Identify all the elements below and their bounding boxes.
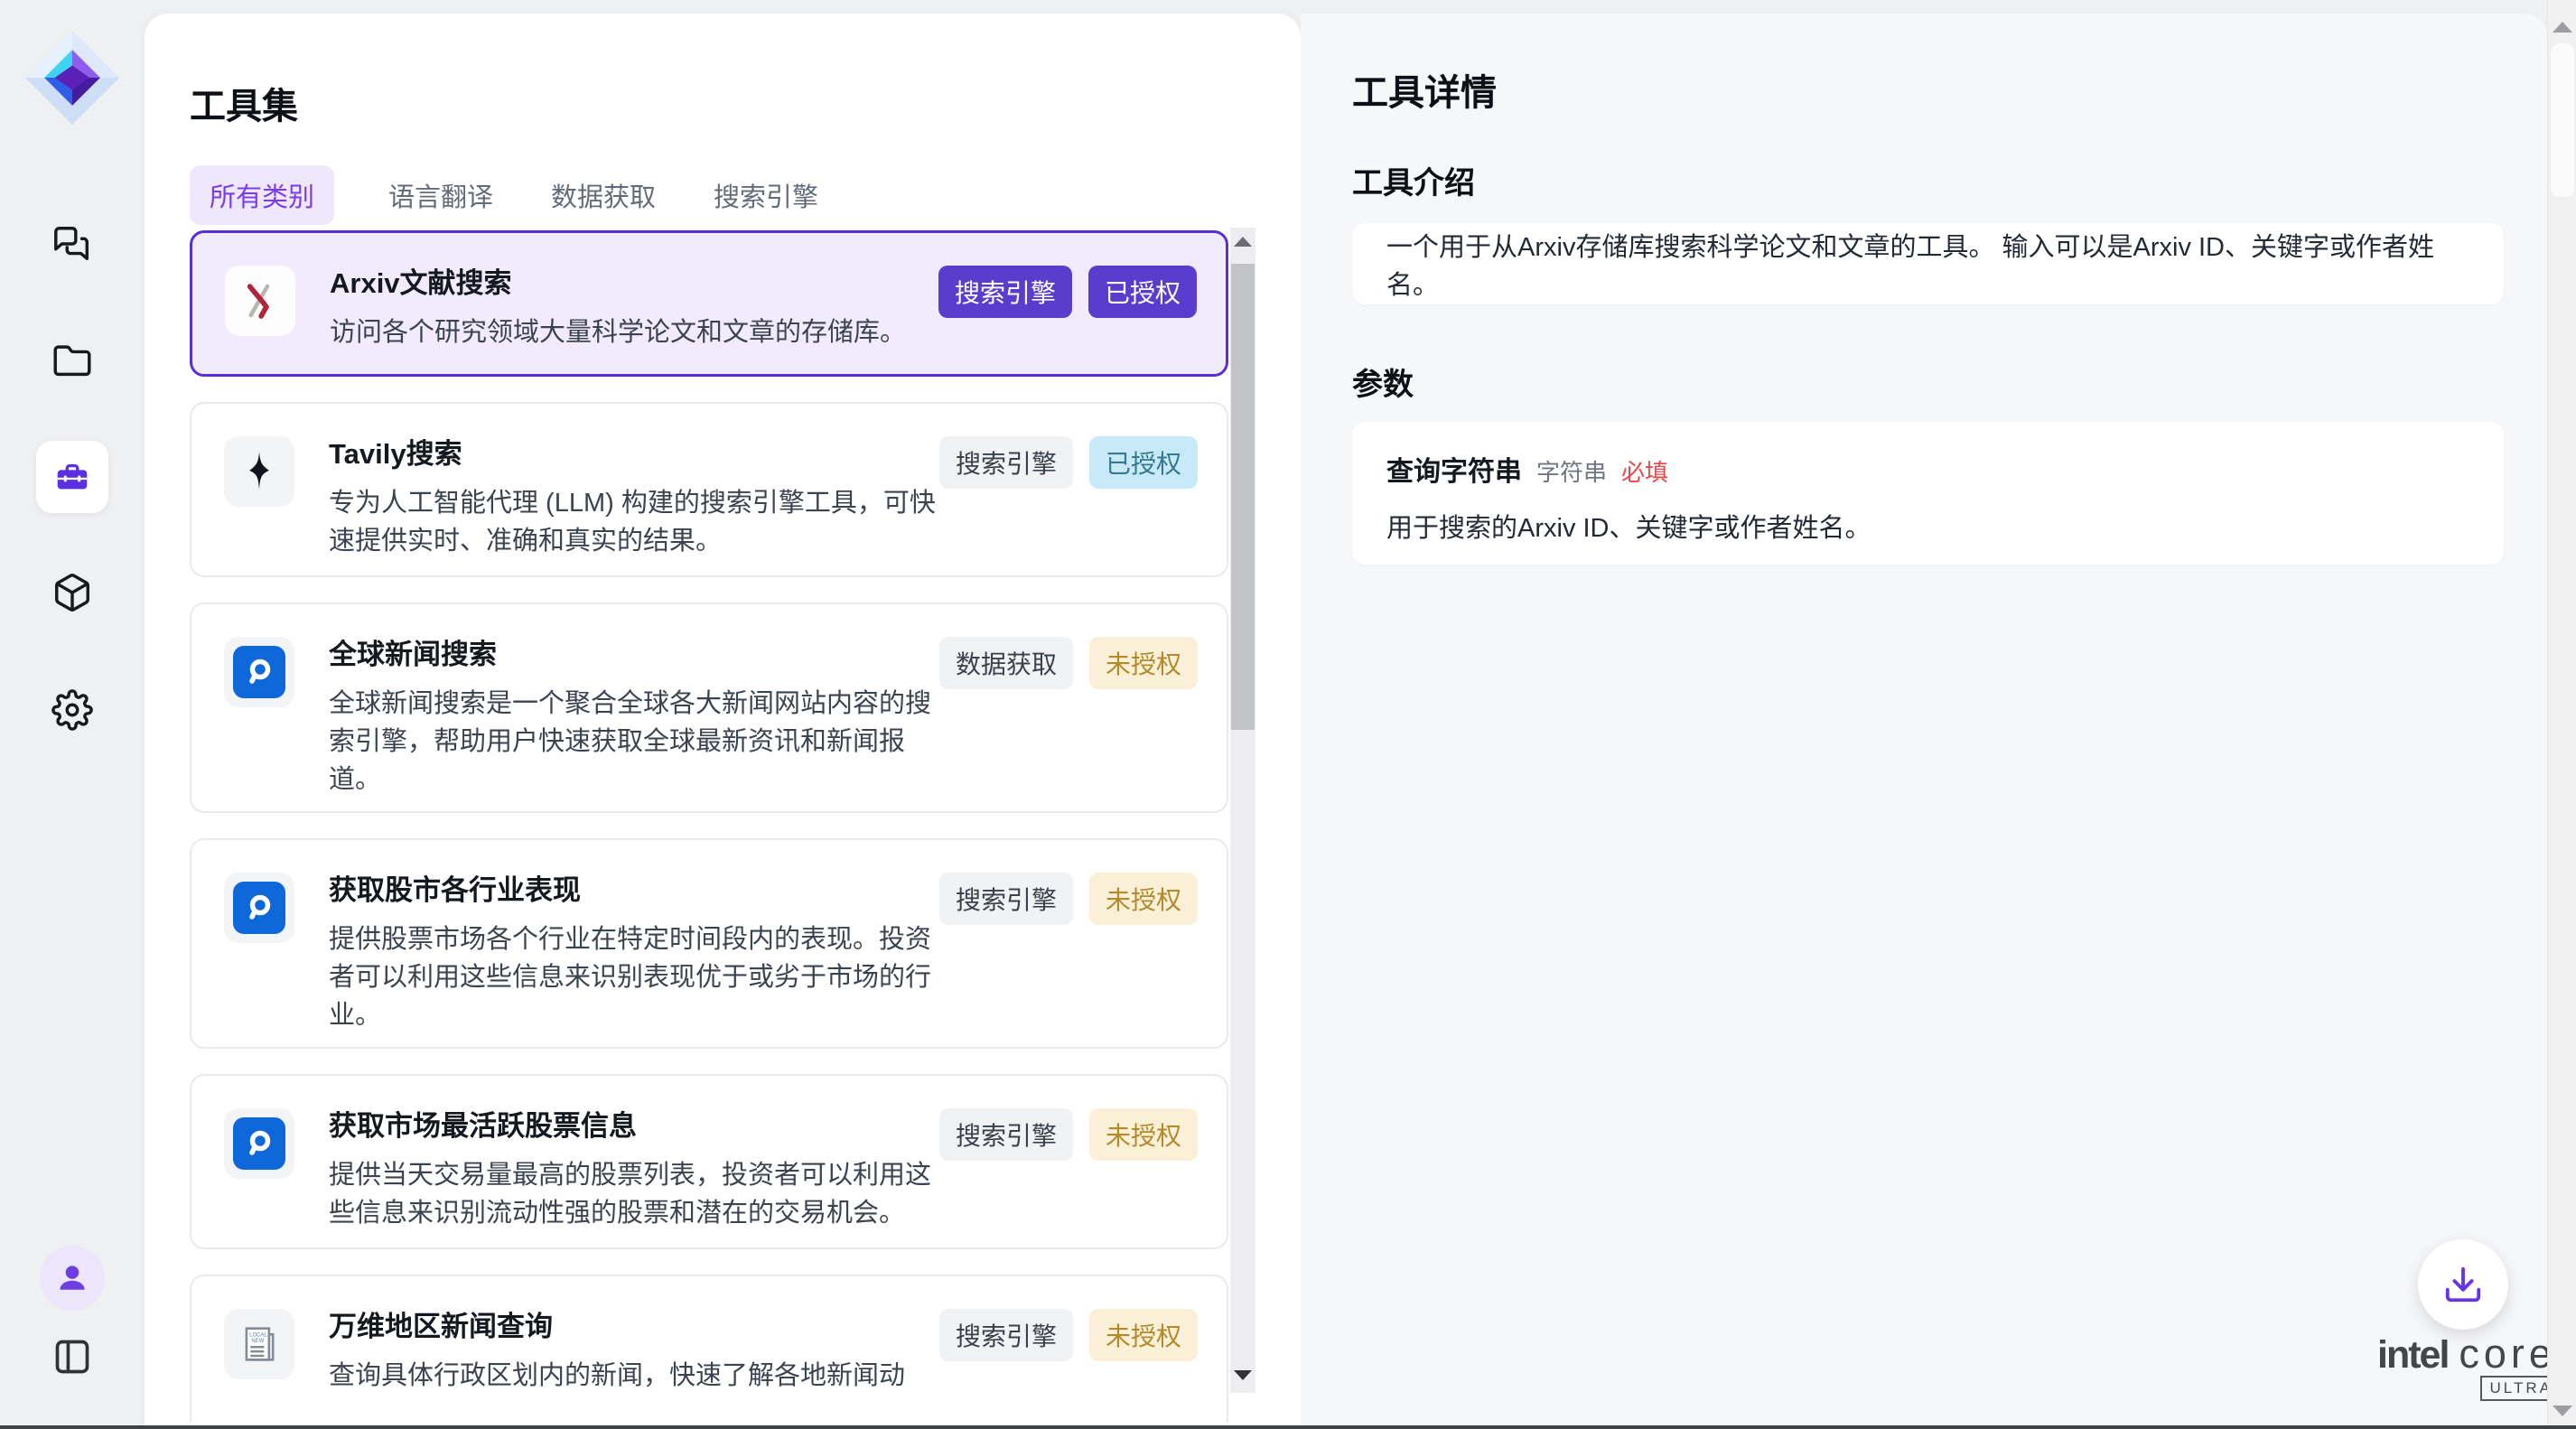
- category-tag: 搜索引擎: [939, 1108, 1073, 1161]
- window-bottom-edge: [0, 1425, 2576, 1429]
- tab-search-engine[interactable]: 搜索引擎: [710, 165, 822, 225]
- svg-text:LOCAL: LOCAL: [249, 1332, 267, 1338]
- tool-description: 提供股票市场各个行业在特定时间段内的表现。投资者可以利用这些信息来识别表现优于或…: [329, 920, 957, 1034]
- toolset-panel: 工具集 所有类别 语言翻译 数据获取 搜索引擎 Arxiv文献搜索 访问各个研究…: [145, 14, 1301, 1429]
- tool-description: 查询具体行政区划内的新闻，快速了解各地新闻动: [329, 1357, 957, 1395]
- news-search-icon: [224, 1108, 294, 1179]
- category-tag: 数据获取: [939, 637, 1073, 689]
- svg-text:NEW: NEW: [251, 1339, 264, 1344]
- param-card: 查询字符串 字符串 必填 用于搜索的Arxiv ID、关键字或作者姓名。: [1352, 422, 2504, 565]
- tool-description: 访问各个研究领域大量科学论文和文章的存储库。: [330, 313, 957, 351]
- tool-card-tavily[interactable]: Tavily搜索 专为人工智能代理 (LLM) 构建的搜索引擎工具，可快速提供实…: [190, 402, 1228, 577]
- tool-description: 提供当天交易量最高的股票列表，投资者可以利用这些信息来识别流动性强的股票和潜在的…: [329, 1156, 957, 1232]
- param-name: 查询字符串: [1386, 449, 1522, 489]
- tool-tags: 数据获取 未授权: [939, 637, 1198, 689]
- gear-icon: [51, 689, 93, 731]
- tool-tags: 搜索引擎 已授权: [938, 266, 1197, 318]
- auth-status-badge: 未授权: [1089, 1108, 1198, 1161]
- param-type: 字符串: [1536, 454, 1607, 488]
- tool-description: 专为人工智能代理 (LLM) 构建的搜索引擎工具，可快速提供实时、准确和真实的结…: [329, 484, 957, 560]
- sidebar-item-tools[interactable]: [36, 441, 108, 513]
- user-avatar[interactable]: [40, 1246, 105, 1311]
- scrollbar-thumb[interactable]: [2551, 43, 2574, 197]
- tool-card-arxiv[interactable]: Arxiv文献搜索 访问各个研究领域大量科学论文和文章的存储库。 搜索引擎 已授…: [190, 230, 1228, 377]
- scroll-down-arrow-icon[interactable]: [1234, 1370, 1252, 1380]
- folder-icon: [51, 341, 93, 382]
- tab-all-categories[interactable]: 所有类别: [190, 165, 334, 225]
- category-tag: 搜索引擎: [939, 1309, 1073, 1361]
- param-required-badge: 必填: [1621, 454, 1668, 488]
- category-tabs: 所有类别 语言翻译 数据获取 搜索引擎: [190, 165, 822, 225]
- tool-card-local-news[interactable]: LOCAL NEW 万维地区新闻查询 查询具体行政区划内的新闻，快速了解各地新闻…: [190, 1275, 1228, 1423]
- sidebar-item-settings[interactable]: [36, 674, 108, 746]
- sidebar-toggle[interactable]: [36, 1321, 108, 1393]
- cube-icon: [51, 572, 93, 613]
- tavily-star-icon: [224, 436, 294, 507]
- detail-title: 工具详情: [1352, 63, 1497, 116]
- scroll-down-arrow-icon[interactable]: [2553, 1406, 2572, 1416]
- panel-left-icon: [52, 1337, 92, 1377]
- local-news-icon: LOCAL NEW: [224, 1309, 294, 1379]
- intel-wordmark: intel: [2377, 1333, 2448, 1378]
- toolbox-icon: [51, 456, 93, 498]
- tool-tags: 搜索引擎 已授权: [939, 436, 1198, 489]
- category-tag: 搜索引擎: [938, 266, 1072, 318]
- sidebar-item-files[interactable]: [36, 325, 108, 397]
- tool-card-active-stocks[interactable]: 获取市场最活跃股票信息 提供当天交易量最高的股票列表，投资者可以利用这些信息来识…: [190, 1074, 1228, 1249]
- tool-description: 全球新闻搜索是一个聚合全球各大新闻网站内容的搜索引擎，帮助用户快速获取全球最新资…: [329, 685, 957, 799]
- intro-heading: 工具介绍: [1352, 158, 1475, 202]
- arxiv-icon: [225, 266, 295, 336]
- news-search-icon: [224, 637, 294, 707]
- tool-list: Arxiv文献搜索 访问各个研究领域大量科学论文和文章的存储库。 搜索引擎 已授…: [190, 230, 1228, 1423]
- scroll-up-arrow-icon[interactable]: [1234, 237, 1252, 247]
- person-icon: [54, 1260, 90, 1296]
- params-heading: 参数: [1352, 360, 1414, 404]
- page-scrollbar[interactable]: [2547, 0, 2576, 1429]
- page-title: 工具集: [190, 77, 298, 129]
- tab-data-fetch[interactable]: 数据获取: [547, 165, 659, 225]
- tool-card-global-news[interactable]: 全球新闻搜索 全球新闻搜索是一个聚合全球各大新闻网站内容的搜索引擎，帮助用户快速…: [190, 602, 1228, 813]
- scroll-up-arrow-icon[interactable]: [2553, 22, 2572, 33]
- param-description: 用于搜索的Arxiv ID、关键字或作者姓名。: [1386, 507, 2469, 545]
- app-logo-icon: [20, 25, 125, 130]
- intel-core-ultra-logo: intel core ULTRA: [2377, 1331, 2562, 1378]
- sidebar: [0, 0, 145, 1429]
- tool-detail-panel: 工具详情 工具介绍 一个用于从Arxiv存储库搜索科学论文和文章的工具。 输入可…: [1301, 14, 2547, 1429]
- tool-card-stock-sectors[interactable]: 获取股市各行业表现 提供股票市场各个行业在特定时间段内的表现。投资者可以利用这些…: [190, 838, 1228, 1049]
- category-tag: 搜索引擎: [939, 436, 1073, 489]
- auth-status-badge: 未授权: [1089, 1309, 1198, 1361]
- tab-translation[interactable]: 语言翻译: [385, 165, 497, 225]
- category-tag: 搜索引擎: [939, 873, 1073, 925]
- auth-status-badge: 已授权: [1088, 266, 1197, 318]
- auth-status-badge: 未授权: [1089, 873, 1198, 925]
- tool-tags: 搜索引擎 未授权: [939, 1108, 1198, 1161]
- tool-tags: 搜索引擎 未授权: [939, 873, 1198, 925]
- scrollbar-thumb[interactable]: [1231, 264, 1255, 730]
- core-wordmark: core: [2459, 1331, 2556, 1378]
- intro-card: 一个用于从Arxiv存储库搜索科学论文和文章的工具。 输入可以是Arxiv ID…: [1352, 223, 2504, 304]
- chat-icon: [51, 223, 93, 265]
- tool-tags: 搜索引擎 未授权: [939, 1309, 1198, 1361]
- tool-list-scrollbar[interactable]: [1230, 228, 1255, 1393]
- intro-text: 一个用于从Arxiv存储库搜索科学论文和文章的工具。 输入可以是Arxiv ID…: [1386, 226, 2469, 302]
- sidebar-item-chat[interactable]: [36, 208, 108, 280]
- download-button[interactable]: [2418, 1239, 2508, 1330]
- download-icon: [2442, 1264, 2484, 1305]
- news-search-icon: [224, 873, 294, 943]
- auth-status-badge: 已授权: [1089, 436, 1198, 489]
- sidebar-item-models[interactable]: [36, 556, 108, 629]
- auth-status-badge: 未授权: [1089, 637, 1198, 689]
- app-window: 工具集 所有类别 语言翻译 数据获取 搜索引擎 Arxiv文献搜索 访问各个研究…: [0, 0, 2576, 1429]
